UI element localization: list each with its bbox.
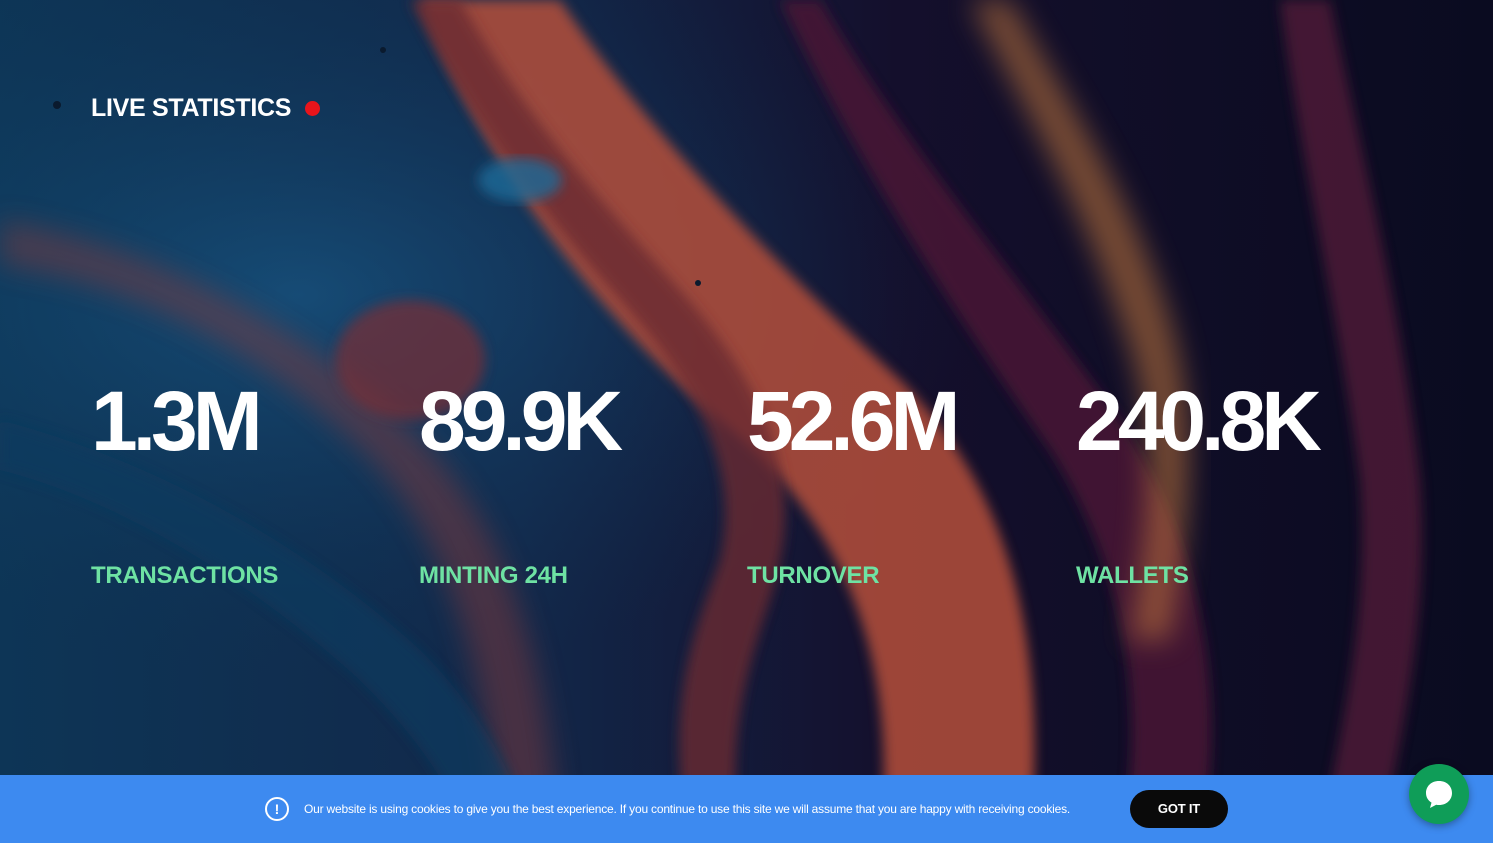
chat-widget-button[interactable] <box>1409 764 1469 824</box>
section-title-text: LIVE STATISTICS <box>91 94 292 122</box>
stat-value-transactions: 1.3M <box>91 374 263 468</box>
section-title: LIVE STATISTICS <box>91 92 321 124</box>
stat-value-minting-24h: 89.9K <box>419 374 623 468</box>
cookie-message: Our website is using cookies to give you… <box>304 802 1071 816</box>
stat-label-turnover: TURNOVER <box>747 562 880 589</box>
stat-label-transactions: TRANSACTIONS <box>91 562 279 589</box>
stat-label-minting-24h: MINTING 24H <box>419 562 568 589</box>
cookie-banner: ! Our website is using cookies to give y… <box>0 775 1493 843</box>
chat-bubble-icon <box>1426 781 1452 808</box>
info-circle-icon: ! <box>265 797 289 821</box>
stat-value-turnover: 52.6M <box>747 374 960 468</box>
stat-value-wallets: 240.8K <box>1076 374 1322 468</box>
live-statistics-page: LIVE STATISTICS 1.3M 89.9K 52.6M 240.8K … <box>0 0 1493 843</box>
live-indicator-dot <box>305 100 321 116</box>
stat-label-wallets: WALLETS <box>1076 562 1189 589</box>
cookie-accept-button[interactable]: GOT IT <box>1130 790 1228 828</box>
